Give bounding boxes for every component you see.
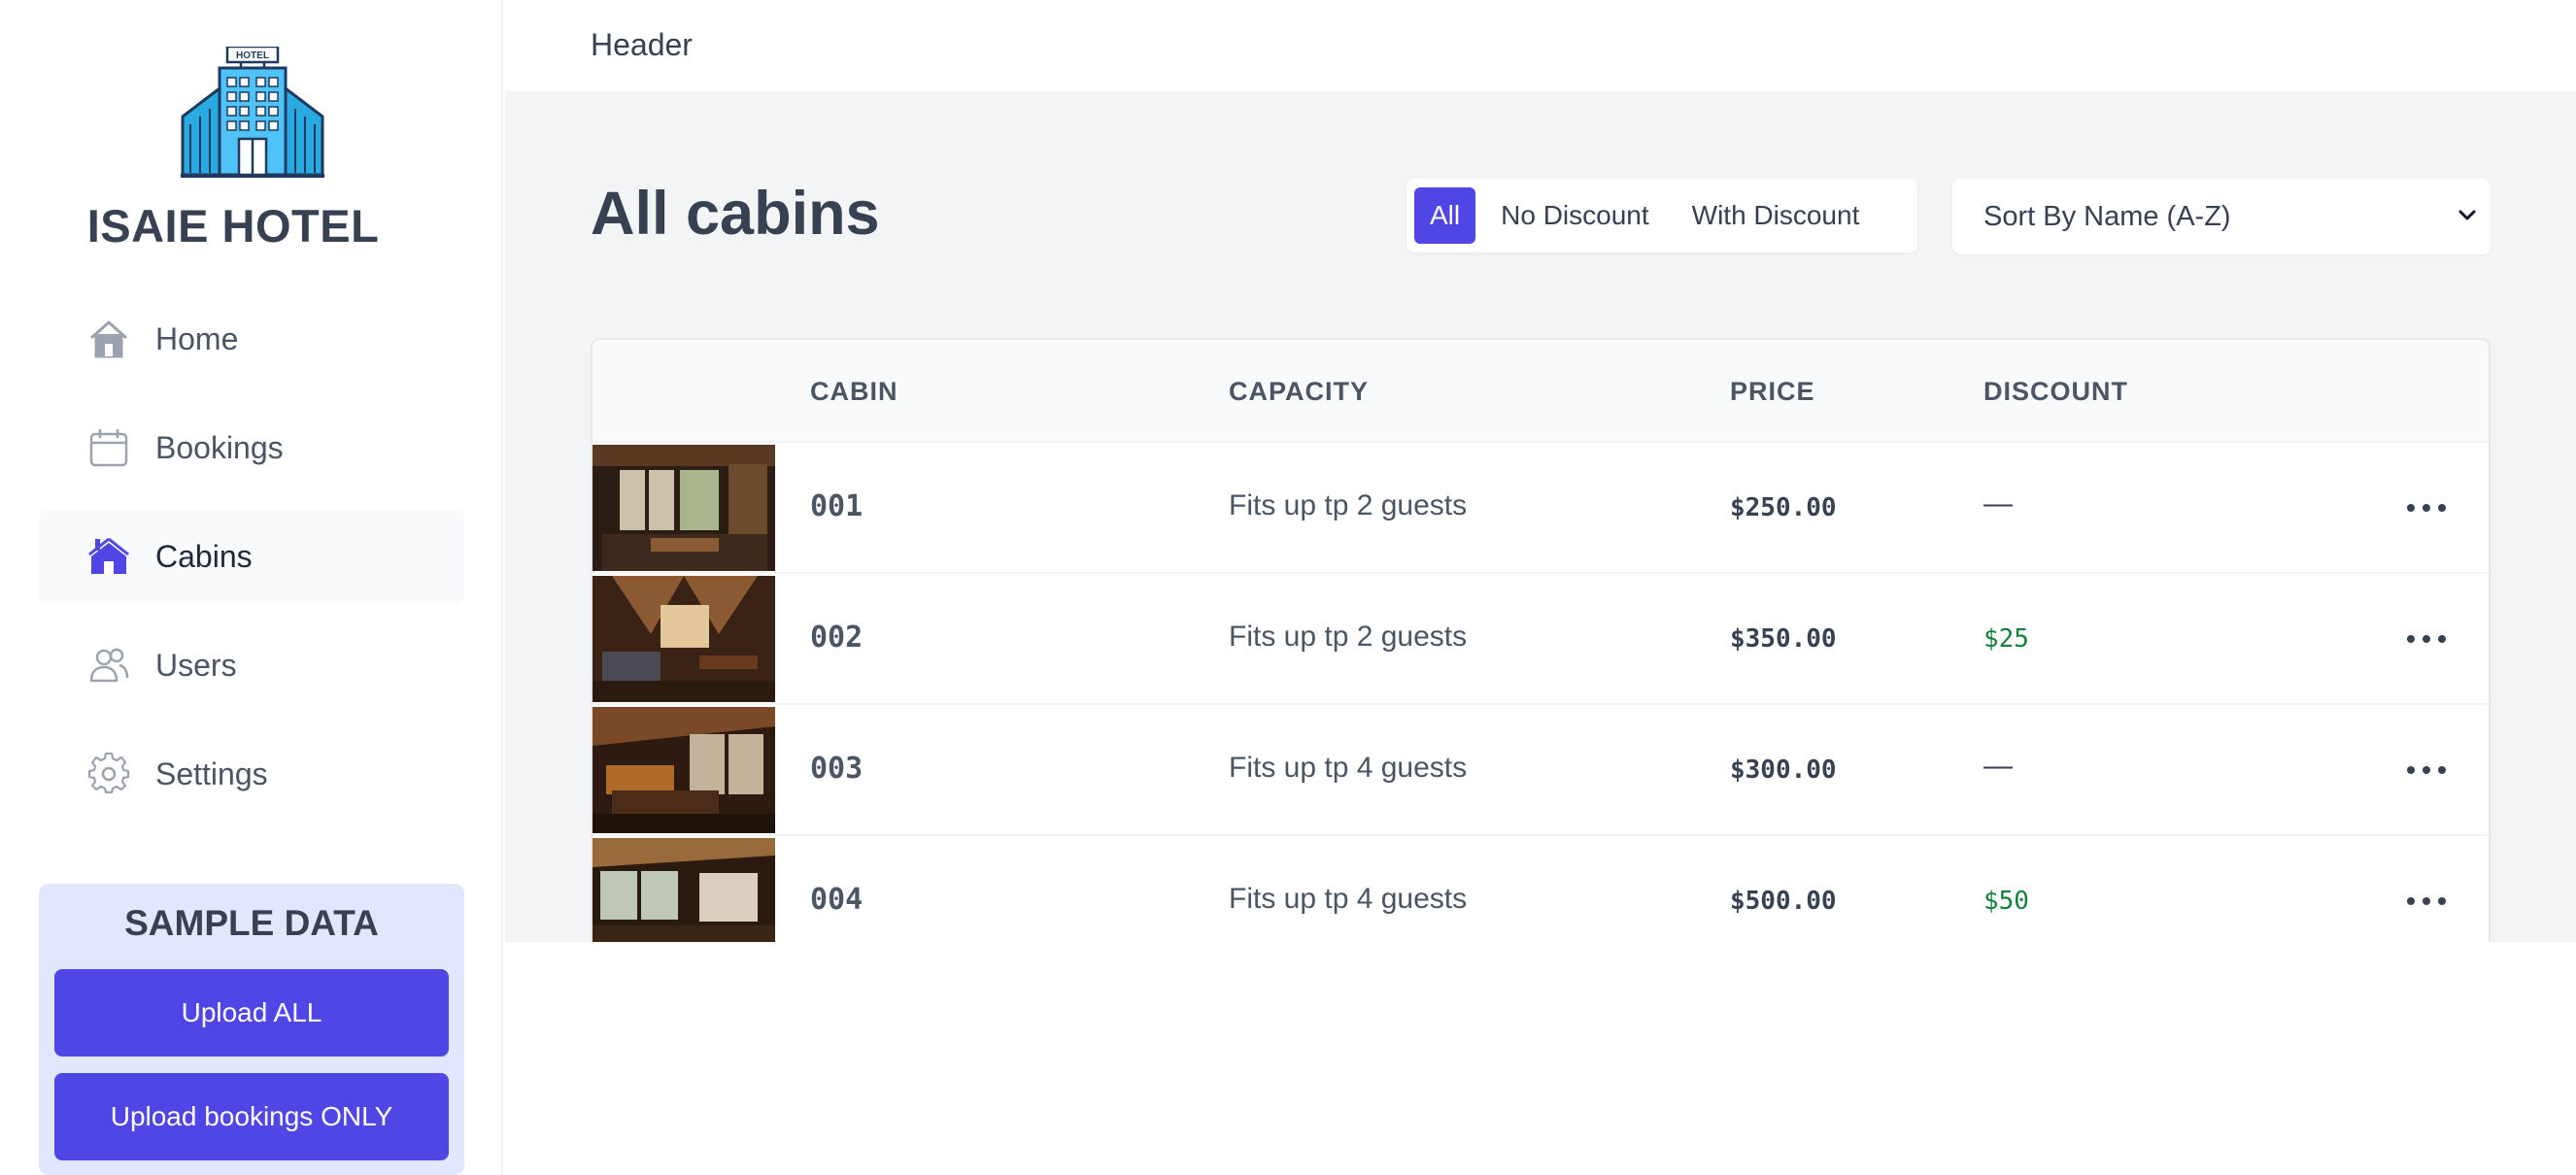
- home-icon: [87, 318, 130, 360]
- content: All cabins All No Discount With Discount…: [505, 93, 2576, 942]
- cabin-price: $250.00: [1730, 493, 1837, 522]
- table-row: 001 Fits up tp 2 guests $250.00 —: [593, 443, 2489, 574]
- sample-data-title: SAMPLE DATA: [124, 903, 379, 943]
- sidebar: HOTEL ISAIE HOTEL Home Bookings Cabins U…: [0, 0, 503, 1175]
- upload-all-button[interactable]: Upload ALL: [54, 969, 449, 1057]
- header-title: Header: [591, 27, 693, 62]
- cabin-price: $500.00: [1730, 887, 1837, 916]
- filter-no-discount-button[interactable]: No Discount: [1483, 187, 1667, 244]
- sidebar-item-label: Bookings: [155, 429, 284, 465]
- gear-icon: [87, 753, 130, 795]
- main-area: Header All cabins All No Discount With D…: [505, 0, 2576, 1175]
- sidebar-item-cabins[interactable]: Cabins: [39, 509, 464, 604]
- row-menu-button[interactable]: [2407, 887, 2446, 916]
- discount-filter: All No Discount With Discount: [1407, 179, 1917, 252]
- row-menu-button[interactable]: [2407, 493, 2446, 522]
- cabin-discount: —: [1983, 750, 2013, 782]
- cabin-name: 004: [810, 883, 864, 917]
- cabin-discount: $25: [1983, 624, 2029, 654]
- cabin-discount: —: [1983, 487, 2013, 520]
- column-header-cabin: CABIN: [810, 377, 898, 406]
- cabin-name: 003: [810, 752, 864, 786]
- filter-all-button[interactable]: All: [1414, 187, 1476, 244]
- brand-name: ISAIE HOTEL: [86, 200, 380, 252]
- table-row: 004 Fits up tp 4 guests $500.00 $50: [593, 836, 2489, 942]
- cabin-name: 002: [810, 621, 864, 655]
- cabin-thumbnail: [593, 576, 775, 702]
- cabin-discount: $50: [1983, 887, 2029, 916]
- row-menu-button[interactable]: [2407, 755, 2446, 785]
- svg-text:HOTEL: HOTEL: [236, 50, 269, 61]
- hotel-logo-icon: HOTEL: [181, 45, 324, 179]
- sidebar-item-home[interactable]: Home: [39, 291, 464, 386]
- cabin-thumbnail: [593, 838, 775, 942]
- filter-with-discount-button[interactable]: With Discount: [1675, 187, 1878, 244]
- blank-area: [505, 942, 2576, 1175]
- table-row: 002 Fits up tp 2 guests $350.00 $25: [593, 574, 2489, 705]
- column-header-discount: DISCOUNT: [1983, 377, 2128, 406]
- row-menu-button[interactable]: [2407, 624, 2446, 654]
- column-header-price: PRICE: [1730, 377, 1815, 406]
- chevron-down-icon: [2458, 210, 2476, 220]
- calendar-icon: [87, 426, 130, 469]
- users-icon: [87, 644, 130, 687]
- cabin-icon: [87, 535, 130, 578]
- cabins-table: CABIN CAPACITY PRICE DISCOUNT 001 Fits u…: [591, 338, 2491, 942]
- sidebar-item-users[interactable]: Users: [39, 618, 464, 713]
- sidebar-item-label: Home: [155, 320, 239, 356]
- sort-selected-value: Sort By Name (A-Z): [1983, 200, 2231, 232]
- cabin-price: $350.00: [1730, 624, 1837, 654]
- sidebar-item-label: Cabins: [155, 538, 253, 574]
- table-row: 003 Fits up tp 4 guests $300.00 —: [593, 705, 2489, 836]
- table-header: CABIN CAPACITY PRICE DISCOUNT: [593, 340, 2489, 443]
- cabin-capacity: Fits up tp 4 guests: [1229, 752, 1468, 784]
- cabin-capacity: Fits up tp 2 guests: [1229, 621, 1468, 653]
- sidebar-nav: Home Bookings Cabins Users Settings: [39, 291, 464, 835]
- column-header-capacity: CAPACITY: [1229, 377, 1370, 406]
- cabin-capacity: Fits up tp 2 guests: [1229, 489, 1468, 521]
- cabin-price: $300.00: [1730, 755, 1837, 785]
- sidebar-item-settings[interactable]: Settings: [39, 726, 464, 822]
- sidebar-item-bookings[interactable]: Bookings: [39, 400, 464, 495]
- sidebar-item-label: Users: [155, 647, 237, 683]
- cabin-name: 001: [810, 489, 864, 523]
- sidebar-item-label: Settings: [155, 755, 268, 791]
- header: Header: [505, 0, 2576, 93]
- sample-data-panel: SAMPLE DATA Upload ALL Upload bookings O…: [39, 884, 464, 1175]
- cabin-thumbnail: [593, 707, 775, 833]
- cabin-capacity: Fits up tp 4 guests: [1229, 883, 1468, 915]
- cabin-thumbnail: [593, 445, 775, 571]
- sort-select[interactable]: Sort By Name (A-Z): [1952, 179, 2491, 254]
- upload-bookings-button[interactable]: Upload bookings ONLY: [54, 1073, 449, 1160]
- page-title: All cabins: [591, 180, 880, 248]
